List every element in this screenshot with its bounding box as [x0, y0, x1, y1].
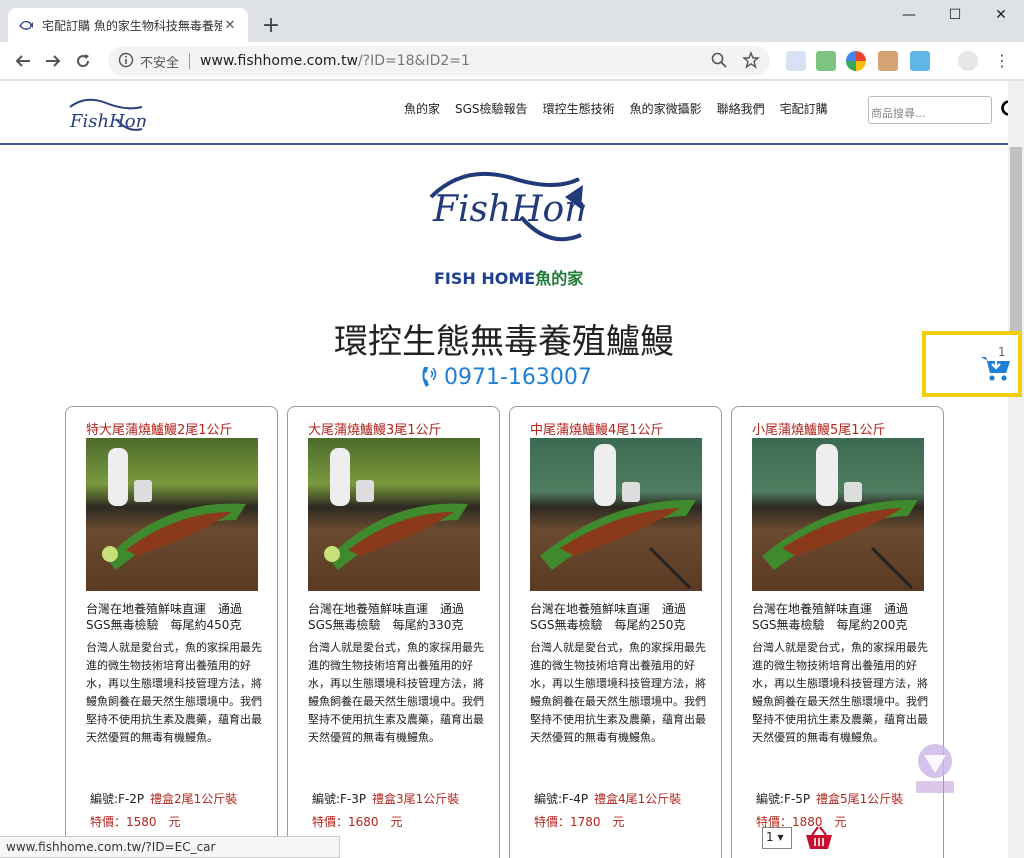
product-package: 禮盒4尾1公斤裝: [593, 792, 682, 806]
product-price: 特價：1780 元: [534, 815, 625, 829]
hero-fish-logo: FishHome: [429, 171, 585, 242]
address-domain: www.fishhome.com.tw: [200, 53, 358, 69]
nav-item-home[interactable]: 魚的家: [404, 100, 440, 117]
nav-item-order[interactable]: 宅配訂購: [780, 100, 828, 117]
reload-icon[interactable]: [68, 46, 98, 76]
product-lead: 台灣在地養殖鮮味直運 通過SGS無毒檢驗 每尾約250克: [530, 602, 687, 632]
shopping-cart-icon[interactable]: [980, 353, 1012, 383]
phone-icon: [422, 367, 437, 387]
product-lead: 台灣在地養殖鮮味直運 通過SGS無毒檢驗 每尾約450克: [86, 602, 243, 632]
zoom-search-icon[interactable]: [710, 51, 728, 72]
extension-box-icon[interactable]: [878, 51, 898, 71]
bookmark-star-icon[interactable]: [742, 51, 760, 72]
quantity-value: 1: [766, 830, 774, 844]
product-package: 禮盒2尾1公斤裝: [149, 792, 238, 806]
product-package: 禮盒5尾1公斤裝: [815, 792, 904, 806]
address-separator: [189, 53, 191, 69]
eel-dish-image[interactable]: [86, 438, 258, 591]
svg-text:FishHome: FishHome: [432, 189, 585, 230]
browser-toolbar: 不安全 www.fishhome.com.tw/?ID=18&ID2=1 ⋮: [0, 42, 1024, 80]
forward-arrow-icon[interactable]: [38, 46, 68, 76]
eel-dish-image[interactable]: [752, 438, 924, 591]
new-tab-icon[interactable]: +: [258, 12, 284, 38]
security-label: 不安全: [140, 55, 180, 71]
eel-dish-image[interactable]: [530, 438, 702, 591]
product-title[interactable]: 小尾蒲燒鱸鰻5尾1公斤: [752, 419, 886, 438]
product-code-number: 編號:F-2P: [90, 792, 145, 806]
product-title[interactable]: 大尾蒲燒鱸鰻3尾1公斤: [308, 419, 442, 438]
nav-item-sgs[interactable]: SGS檢驗報告: [455, 100, 528, 117]
browser-titlebar: 宅配訂購 魚的家生物科技無毒養殖 ✕ + — ☐ ✕: [0, 0, 1024, 42]
add-to-basket-icon[interactable]: [804, 825, 834, 851]
profile-avatar-icon[interactable]: [958, 51, 978, 71]
phone-contact[interactable]: 0971-163007: [418, 363, 592, 391]
address-bar[interactable]: 不安全 www.fishhome.com.tw/?ID=18&ID2=1: [108, 46, 770, 76]
nav-item-photo[interactable]: 魚的家微攝影: [630, 100, 702, 117]
nav-item-technology[interactable]: 環控生態技術: [543, 100, 615, 117]
eel-dish-image[interactable]: [308, 438, 480, 591]
product-code: 編號:F-2P 禮盒2尾1公斤裝: [90, 790, 237, 807]
product-code: 編號:F-5P 禮盒5尾1公斤裝: [756, 790, 903, 807]
tab-close-icon[interactable]: ✕: [222, 17, 238, 33]
back-arrow-icon[interactable]: [8, 46, 38, 76]
brand-name: FISH HOME魚的家: [434, 265, 583, 289]
extension-docs-icon[interactable]: [786, 51, 806, 71]
floating-cart[interactable]: 1: [922, 331, 1022, 397]
product-code-number: 編號:F-4P: [534, 792, 589, 806]
product-title[interactable]: 中尾蒲燒鱸鰻4尾1公斤: [530, 419, 664, 438]
nav-item-contact[interactable]: 聯絡我們: [717, 100, 765, 117]
product-description: 台灣人就是愛台式，魚的家採用最先進的微生物技術培育出養殖用的好水，再以生態環境科…: [308, 641, 484, 744]
product-description: 台灣人就是愛台式，魚的家採用最先進的微生物技術培育出養殖用的好水，再以生態環境科…: [752, 641, 928, 744]
page-viewport: FishHome 魚的家 SGS檢驗報告 環控生態技術 魚的家微攝影 聯絡我們 …: [0, 81, 1024, 858]
product-lead: 台灣在地養殖鮮味直運 通過SGS無毒檢驗 每尾約330克: [308, 602, 465, 632]
brand-name-cn: 魚的家: [535, 269, 584, 288]
product-title[interactable]: 特大尾蒲燒鱸鰻2尾1公斤: [86, 419, 233, 438]
product-code-number: 編號:F-3P: [312, 792, 367, 806]
product-lead: 台灣在地養殖鮮味直運 通過SGS無毒檢驗 每尾約200克: [752, 602, 909, 632]
page-title: 環控生態無毒養殖鱸鰻: [334, 322, 674, 362]
extension-mail-icon[interactable]: [816, 51, 836, 71]
product-price: 特價：1680 元: [312, 815, 403, 829]
status-bar-url: www.fishhome.com.tw/?ID=EC_car: [0, 836, 340, 858]
product-code: 編號:F-3P 禮盒3尾1公斤裝: [312, 790, 459, 807]
site-logo[interactable]: FishHome: [66, 89, 146, 139]
main-nav: 魚的家 SGS檢驗報告 環控生態技術 魚的家微攝影 聯絡我們 宅配訂購: [404, 100, 828, 117]
product-search-input[interactable]: 商品搜尋...: [868, 96, 992, 124]
product-description: 台灣人就是愛台式，魚的家採用最先進的微生物技術培育出養殖用的好水，再以生態環境科…: [530, 641, 706, 744]
maximize-icon[interactable]: ☐: [932, 0, 978, 30]
browser-tab[interactable]: 宅配訂購 魚的家生物科技無毒養殖 ✕: [8, 8, 248, 42]
minimize-icon[interactable]: —: [886, 0, 932, 30]
address-url: www.fishhome.com.tw/?ID=18&ID2=1: [200, 53, 470, 69]
brand-name-en: FISH HOME: [434, 269, 536, 288]
extension-chrome-icon[interactable]: [846, 51, 866, 71]
address-path: /?ID=18&ID2=1: [357, 53, 470, 69]
phone-number: 0971-163007: [444, 364, 592, 390]
product-card: 中尾蒲燒鱸鰻4尾1公斤 台灣在地養殖鮮味直運 通過SGS無毒檢驗 每尾約250克…: [509, 406, 722, 858]
extension-translate-icon[interactable]: [910, 51, 930, 71]
window-close-icon[interactable]: ✕: [978, 0, 1024, 30]
product-price: 特價：1580 元: [90, 815, 181, 829]
product-code: 編號:F-4P 禮盒4尾1公斤裝: [534, 790, 681, 807]
tab-title: 宅配訂購 魚的家生物科技無毒養殖: [42, 18, 222, 33]
product-card: 特大尾蒲燒鱸鰻2尾1公斤 台灣在地養殖鮮味直運 通過SGS無毒檢驗 每尾約450…: [65, 406, 278, 858]
fish-favicon-icon: [18, 17, 34, 33]
product-code-number: 編號:F-5P: [756, 792, 811, 806]
site-header: FishHome 魚的家 SGS檢驗報告 環控生態技術 魚的家微攝影 聯絡我們 …: [0, 81, 1022, 145]
product-package: 禮盒3尾1公斤裝: [371, 792, 460, 806]
watermark-logo: [916, 744, 954, 793]
info-icon[interactable]: [118, 52, 134, 71]
product-card: 大尾蒲燒鱸鰻3尾1公斤 台灣在地養殖鮮味直運 通過SGS無毒檢驗 每尾約330克…: [287, 406, 500, 858]
menu-dots-icon[interactable]: ⋮: [992, 51, 1012, 71]
quantity-select[interactable]: 1 ▾: [762, 827, 792, 849]
product-description: 台灣人就是愛台式，魚的家採用最先進的微生物技術培育出養殖用的好水，再以生態環境科…: [86, 641, 262, 744]
